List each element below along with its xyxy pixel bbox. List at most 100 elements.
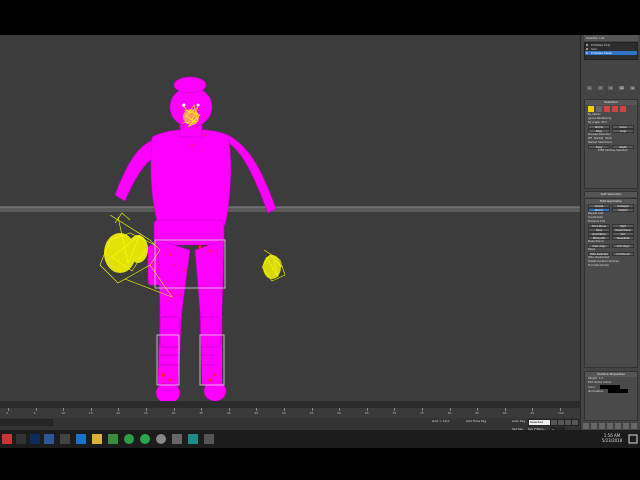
word-icon[interactable] bbox=[44, 434, 54, 444]
timeline-tick-label: 60 bbox=[337, 411, 342, 415]
timeline-tick-label: 50 bbox=[282, 411, 286, 415]
timeline-tick-label: 90 bbox=[502, 411, 507, 415]
remove-modifier-icon[interactable]: ⌫ bbox=[619, 86, 625, 90]
zoom-extents-all-icon[interactable] bbox=[607, 423, 613, 429]
app2-icon[interactable] bbox=[140, 434, 150, 444]
timeline-tick-label: 20 bbox=[116, 411, 121, 415]
full-interactivity-checkbox[interactable]: Full Interactivity bbox=[585, 264, 637, 268]
soft-selection-rollout[interactable]: Soft Selection bbox=[584, 191, 638, 197]
show-end-result-icon[interactable]: ⊤ bbox=[597, 86, 603, 90]
selection-status: 3358 Vertices Selected bbox=[597, 149, 628, 152]
stack-item-editable-mesh[interactable]: Editable Mesh bbox=[585, 51, 637, 55]
taskbar-clock[interactable]: 1:56 AM 5/23/2018 bbox=[600, 433, 624, 443]
vertex-mode-icon[interactable] bbox=[588, 106, 594, 112]
timeline-tick-label: 70 bbox=[392, 411, 397, 415]
app3-icon[interactable] bbox=[156, 434, 166, 444]
grid-align-button[interactable]: Grid Align bbox=[612, 244, 634, 248]
unhide-all-button[interactable]: Unhide All bbox=[612, 252, 634, 256]
3dsmax-taskbar-icon[interactable] bbox=[188, 434, 198, 444]
notifications-icon[interactable] bbox=[628, 434, 638, 444]
eye-icon[interactable] bbox=[586, 48, 588, 50]
surface-properties-rollout: Surface Properties Weight: 1.0 Edit Vert… bbox=[584, 371, 638, 421]
illumination-swatch[interactable] bbox=[608, 389, 629, 393]
modifier-list-dropdown[interactable]: Modifier List bbox=[584, 35, 638, 41]
timeline-tick-label: 15 bbox=[88, 411, 93, 415]
face-mode-icon[interactable] bbox=[604, 106, 610, 112]
timeline-tick-label: 65 bbox=[364, 411, 369, 415]
windows-taskbar: 1:56 AM 5/23/2018 bbox=[0, 430, 640, 448]
configure-modifier-sets-icon[interactable]: ≡ bbox=[630, 86, 636, 90]
illumination-row: Illumination: bbox=[585, 389, 637, 393]
timeline-tick-label: 30 bbox=[171, 411, 176, 415]
zoom-all-icon[interactable] bbox=[591, 423, 597, 429]
element-mode-icon[interactable] bbox=[620, 106, 626, 112]
selected-dropdown[interactable]: Selected bbox=[528, 419, 551, 426]
stack-tools: ⊥ ⊤ ∨ ⌫ ≡ bbox=[584, 85, 638, 91]
perspective-viewport[interactable] bbox=[0, 35, 580, 401]
by-angle-value[interactable]: 45.0 bbox=[601, 121, 607, 124]
timeline-tick-label: 10 bbox=[61, 411, 66, 415]
weight-label: Weight: bbox=[588, 377, 598, 380]
weight-input[interactable]: 1.0 bbox=[599, 377, 603, 380]
pan-icon[interactable] bbox=[623, 423, 629, 429]
timeline-tick-label: 100 bbox=[558, 411, 564, 415]
next-frame-button[interactable] bbox=[571, 419, 579, 426]
zoom-extents-icon[interactable] bbox=[599, 423, 605, 429]
pin-stack-icon[interactable]: ⊥ bbox=[586, 86, 592, 90]
eye-icon[interactable] bbox=[586, 44, 588, 46]
timeline-tick bbox=[35, 408, 37, 411]
auto-key-button[interactable]: Auto Key bbox=[512, 419, 525, 424]
left-hand-fill bbox=[104, 233, 148, 273]
maxscript-mini-listener[interactable] bbox=[10, 419, 53, 426]
timeline-tick bbox=[8, 408, 9, 411]
timeline-tick-label: 95 bbox=[530, 411, 535, 415]
3dsmax-window: Modifier List Editable Poly Skin Editabl… bbox=[0, 35, 640, 447]
search-icon[interactable] bbox=[16, 434, 26, 444]
photoshop-icon[interactable] bbox=[30, 434, 40, 444]
home-grid-line bbox=[0, 207, 580, 212]
make-unique-icon[interactable]: ∨ bbox=[608, 86, 614, 90]
start-icon[interactable] bbox=[2, 434, 12, 444]
viewport-scene bbox=[0, 76, 580, 401]
polygon-mode-icon[interactable] bbox=[612, 106, 618, 112]
eye-icon[interactable] bbox=[586, 52, 588, 54]
loop-button[interactable]: Loop bbox=[612, 129, 634, 133]
right-hand-fill bbox=[263, 255, 281, 279]
app4-icon[interactable] bbox=[172, 434, 182, 444]
timeline-tick-label: 0 bbox=[6, 411, 8, 415]
app-icon[interactable] bbox=[108, 434, 118, 444]
chrome-icon[interactable] bbox=[124, 434, 134, 444]
store-icon[interactable] bbox=[60, 434, 70, 444]
add-time-tag-label[interactable]: Add Time Tag bbox=[466, 419, 486, 424]
timeline-tick-label: 85 bbox=[475, 411, 480, 415]
edge-mode-icon[interactable] bbox=[596, 106, 602, 112]
illumination-label: Illumination: bbox=[588, 390, 605, 393]
field-of-view-icon[interactable] bbox=[615, 423, 621, 429]
orbit-icon[interactable] bbox=[631, 423, 637, 429]
timeline-tick-label: 5 bbox=[33, 411, 36, 415]
timeline-tick-label: 25 bbox=[144, 411, 148, 415]
timeline-tick-label: 55 bbox=[309, 411, 314, 415]
edit-geometry-rollout: Edit Geometry Create Collapse Attach Det… bbox=[584, 198, 638, 368]
modifier-stack[interactable]: Editable Poly Skin Editable Mesh bbox=[584, 42, 638, 60]
tessellate-button[interactable]: Tessellate bbox=[612, 236, 634, 240]
detach-button[interactable]: Detach bbox=[612, 208, 634, 212]
soft-selection-title[interactable]: Soft Selection bbox=[585, 192, 637, 197]
timeline-tick-label: 40 bbox=[226, 411, 231, 415]
timeline-tick-label: 80 bbox=[447, 411, 452, 415]
timeline-tick-label: 45 bbox=[254, 411, 259, 415]
face-bone-fill bbox=[183, 109, 199, 125]
timeline-tick-label: 75 bbox=[420, 411, 424, 415]
folder-icon[interactable] bbox=[92, 434, 102, 444]
time-slider[interactable] bbox=[0, 401, 580, 408]
by-angle-label: By Angle: bbox=[588, 121, 601, 124]
timeline-tick-label: 35 bbox=[199, 411, 204, 415]
explorer-icon[interactable] bbox=[76, 434, 86, 444]
subobject-icons bbox=[585, 105, 637, 113]
app5-icon[interactable] bbox=[204, 434, 214, 444]
selection-rollout: Selection By Vertex Ignore Backfacing By… bbox=[584, 99, 638, 189]
track-bar[interactable]: 0 5 10 15 20 25 30 35 40 45 50 55 60 65 70 75 80 85 90 95 10… bbox=[0, 408, 580, 418]
zoom-icon[interactable] bbox=[583, 423, 589, 429]
clock-date: 5/23/2018 bbox=[601, 438, 623, 443]
grid-size-label: Grid = 10.0 bbox=[432, 419, 450, 423]
